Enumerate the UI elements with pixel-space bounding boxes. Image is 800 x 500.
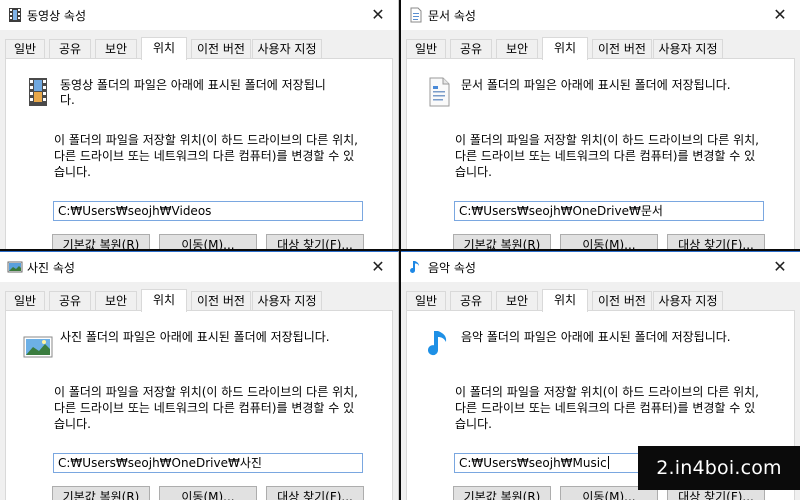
videos-properties-dialog: 동영상 속성 ✕ 일반 공유 보안 위치 이전 버전 사용자 지정 동영상 폴더… xyxy=(0,0,399,249)
move-button[interactable]: 이동(M)... xyxy=(159,234,257,249)
restore-default-button[interactable]: 기본값 복원(R) xyxy=(453,486,551,500)
path-input[interactable]: C:₩Users₩seojh₩Videos xyxy=(53,201,363,221)
path-input[interactable]: C:₩Users₩seojh₩OneDrive₩사진 xyxy=(53,453,363,473)
tab-general[interactable]: 일반 xyxy=(5,39,45,58)
close-button[interactable]: ✕ xyxy=(358,0,398,28)
location-info-text: 이 폴더의 파일을 저장할 위치(이 하드 드라이브의 다른 위치, 다른 드라… xyxy=(455,385,759,431)
dialog-title: 문서 속성 xyxy=(428,9,476,23)
tab-location[interactable]: 위치 xyxy=(542,37,588,60)
tab-customize[interactable]: 사용자 지정 xyxy=(252,39,322,58)
tab-security[interactable]: 보안 xyxy=(95,291,137,310)
tab-location[interactable]: 위치 xyxy=(141,37,187,60)
folder-description: 음악 폴더의 파일은 아래에 표시된 폴더에 저장됩니다. xyxy=(461,330,731,344)
picture-icon xyxy=(7,261,23,273)
location-panel: 동영상 폴더의 파일은 아래에 표시된 폴더에 저장됩니 다. 이 폴더의 파일… xyxy=(5,58,393,249)
tab-location[interactable]: 위치 xyxy=(542,289,588,312)
film-icon xyxy=(9,8,21,22)
folder-description: 사진 폴더의 파일은 아래에 표시된 폴더에 저장됩니다. xyxy=(60,330,330,344)
title-bar[interactable]: 동영상 속성 ✕ xyxy=(0,0,398,30)
tab-security[interactable]: 보안 xyxy=(95,39,137,58)
tab-previous-versions[interactable]: 이전 버전 xyxy=(191,291,251,310)
restore-default-button[interactable]: 기본값 복원(R) xyxy=(52,234,150,249)
folder-description: 문서 폴더의 파일은 아래에 표시된 폴더에 저장됩니다. xyxy=(461,78,731,92)
tab-sharing[interactable]: 공유 xyxy=(450,291,492,310)
site-watermark: 2.in4boi.com xyxy=(638,446,800,490)
find-target-button[interactable]: 대상 찾기(F)... xyxy=(667,234,765,249)
restore-default-button[interactable]: 기본값 복원(R) xyxy=(52,486,150,500)
close-icon: ✕ xyxy=(371,4,385,24)
title-bar[interactable]: 음악 속성 ✕ xyxy=(401,252,800,282)
tab-general[interactable]: 일반 xyxy=(5,291,45,310)
location-info-text: 이 폴더의 파일을 저장할 위치(이 하드 드라이브의 다른 위치, 다른 드라… xyxy=(455,133,759,179)
move-button[interactable]: 이동(M)... xyxy=(159,486,257,500)
dialog-title: 사진 속성 xyxy=(27,261,75,275)
dialog-title: 동영상 속성 xyxy=(27,9,87,23)
move-button[interactable]: 이동(M)... xyxy=(560,234,658,249)
tab-security[interactable]: 보안 xyxy=(496,291,538,310)
tab-general[interactable]: 일반 xyxy=(406,39,446,58)
tab-sharing[interactable]: 공유 xyxy=(49,39,91,58)
dialog-title: 음악 속성 xyxy=(428,261,476,275)
pictures-properties-dialog: 사진 속성 ✕ 일반 공유 보안 위치 이전 버전 사용자 지정 사진 폴더의 … xyxy=(0,251,399,500)
tab-sharing[interactable]: 공유 xyxy=(49,291,91,310)
pictures-folder-icon xyxy=(23,336,53,358)
title-bar[interactable]: 사진 속성 ✕ xyxy=(0,252,398,282)
music-folder-icon xyxy=(428,331,447,356)
tab-previous-versions[interactable]: 이전 버전 xyxy=(592,291,652,310)
folder-description: 동영상 폴더의 파일은 아래에 표시된 폴더에 저장됩니 다. xyxy=(60,78,326,107)
tab-customize[interactable]: 사용자 지정 xyxy=(653,39,723,58)
tab-general[interactable]: 일반 xyxy=(406,291,446,310)
close-icon: ✕ xyxy=(371,256,385,276)
close-icon: ✕ xyxy=(773,4,787,24)
tab-customize[interactable]: 사용자 지정 xyxy=(252,291,322,310)
tab-strip: 일반 공유 보안 위치 이전 버전 사용자 지정 xyxy=(406,289,795,312)
tab-customize[interactable]: 사용자 지정 xyxy=(653,291,723,310)
video-folder-icon xyxy=(29,78,47,106)
tab-strip: 일반 공유 보안 위치 이전 버전 사용자 지정 xyxy=(406,37,795,60)
music-note-icon xyxy=(410,261,419,273)
tab-previous-versions[interactable]: 이전 버전 xyxy=(592,39,652,58)
documents-properties-dialog: 문서 속성 ✕ 일반 공유 보안 위치 이전 버전 사용자 지정 문서 폴더의 … xyxy=(401,0,800,249)
tab-strip: 일반 공유 보안 위치 이전 버전 사용자 지정 xyxy=(5,37,393,60)
tab-location[interactable]: 위치 xyxy=(141,289,187,312)
title-bar[interactable]: 문서 속성 ✕ xyxy=(401,0,800,30)
tab-previous-versions[interactable]: 이전 버전 xyxy=(191,39,251,58)
path-input[interactable]: C:₩Users₩seojh₩OneDrive₩문서 xyxy=(454,201,764,221)
find-target-button[interactable]: 대상 찾기(F)... xyxy=(266,234,364,249)
find-target-button[interactable]: 대상 찾기(F)... xyxy=(266,486,364,500)
text-caret xyxy=(607,456,609,469)
documents-folder-icon xyxy=(429,77,450,107)
location-info-text: 이 폴더의 파일을 저장할 위치(이 하드 드라이브의 다른 위치, 다른 드라… xyxy=(54,385,358,431)
location-panel: 사진 폴더의 파일은 아래에 표시된 폴더에 저장됩니다. 이 폴더의 파일을 … xyxy=(5,310,393,500)
close-button[interactable]: ✕ xyxy=(358,252,398,280)
document-icon xyxy=(410,7,422,23)
tab-security[interactable]: 보안 xyxy=(496,39,538,58)
tab-strip: 일반 공유 보안 위치 이전 버전 사용자 지정 xyxy=(5,289,393,312)
location-info-text: 이 폴더의 파일을 저장할 위치(이 하드 드라이브의 다른 위치, 다른 드라… xyxy=(54,133,358,179)
close-icon: ✕ xyxy=(773,256,787,276)
close-button[interactable]: ✕ xyxy=(760,0,800,28)
location-panel: 문서 폴더의 파일은 아래에 표시된 폴더에 저장됩니다. 이 폴더의 파일을 … xyxy=(406,58,795,249)
close-button[interactable]: ✕ xyxy=(760,252,800,280)
restore-default-button[interactable]: 기본값 복원(R) xyxy=(453,234,551,249)
tab-sharing[interactable]: 공유 xyxy=(450,39,492,58)
